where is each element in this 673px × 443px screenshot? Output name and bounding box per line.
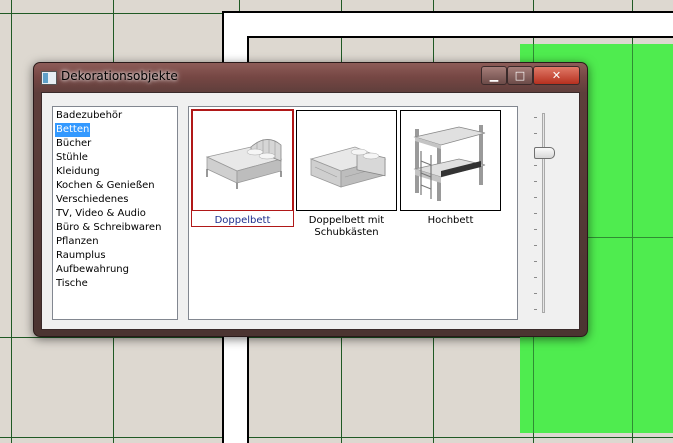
slider-tick: [534, 229, 537, 230]
category-item[interactable]: Aufbewahrung: [55, 263, 130, 277]
slider-tick: [534, 277, 537, 278]
wall-edge: [222, 11, 673, 13]
close-button[interactable]: ✕: [533, 66, 580, 85]
grid-line: [632, 44, 633, 433]
category-list[interactable]: Badezubehör Betten Bücher Stühle Kleidun…: [52, 106, 178, 320]
maximize-icon: □: [514, 69, 526, 82]
item-label: Hochbett: [427, 215, 474, 226]
double-bed-drawers-icon: [296, 110, 397, 211]
item-double-bed[interactable]: Doppelbett: [191, 109, 294, 227]
minimize-icon: ▁: [489, 69, 499, 82]
minimize-button[interactable]: ▁: [481, 66, 507, 85]
close-icon: ✕: [551, 69, 562, 82]
category-item[interactable]: TV, Video & Audio: [55, 207, 147, 221]
decoration-objects-dialog: Dekorationsobjekte ▁ □ ✕ Badezubehör Bet…: [33, 62, 588, 337]
grid-line: [0, 437, 673, 438]
slider-tick: [534, 261, 537, 262]
item-bunk-bed[interactable]: Hochbett: [399, 109, 502, 227]
category-item[interactable]: Raumplus: [55, 249, 107, 263]
slider-tick: [534, 133, 537, 134]
slider-tick: [534, 197, 537, 198]
category-item-selected[interactable]: Betten: [55, 123, 91, 137]
slider-track: [542, 113, 545, 313]
dialog-title: Dekorationsobjekte: [61, 69, 178, 83]
category-item[interactable]: Bücher: [55, 137, 92, 151]
slider-thumb[interactable]: [534, 147, 555, 159]
double-bed-icon: [192, 110, 293, 211]
item-label: Doppelbett: [214, 215, 271, 226]
slider-tick: [534, 293, 537, 294]
category-item[interactable]: Büro & Schreibwaren: [55, 221, 162, 235]
maximize-button[interactable]: □: [507, 66, 533, 85]
bunk-bed-icon: [400, 110, 501, 211]
slider-tick: [534, 213, 537, 214]
item-label: Doppelbett mit Schubkästen: [308, 215, 385, 238]
category-item[interactable]: Badezubehör: [55, 109, 123, 123]
slider-tick: [534, 117, 537, 118]
size-slider[interactable]: [530, 113, 556, 313]
wall-edge: [248, 36, 673, 38]
app-window-icon: [41, 71, 57, 85]
category-item[interactable]: Pflanzen: [55, 235, 100, 249]
category-item[interactable]: Verschiedenes: [55, 193, 130, 207]
category-item[interactable]: Stühle: [55, 151, 89, 165]
slider-tick: [534, 309, 537, 310]
slider-tick: [534, 165, 537, 166]
category-item[interactable]: Kleidung: [55, 165, 101, 179]
item-double-bed-drawers[interactable]: Doppelbett mit Schubkästen: [295, 109, 398, 249]
item-thumbnail-panel: Doppelbett Doppelbett mit Schubkästen Ho…: [188, 106, 518, 320]
slider-tick: [534, 181, 537, 182]
category-item[interactable]: Kochen & Genießen: [55, 179, 156, 193]
grid-line: [11, 0, 12, 443]
category-item[interactable]: Tische: [55, 277, 89, 291]
dialog-content: Badezubehör Betten Bücher Stühle Kleidun…: [41, 92, 580, 330]
slider-tick: [534, 245, 537, 246]
wall-top[interactable]: [222, 11, 673, 37]
